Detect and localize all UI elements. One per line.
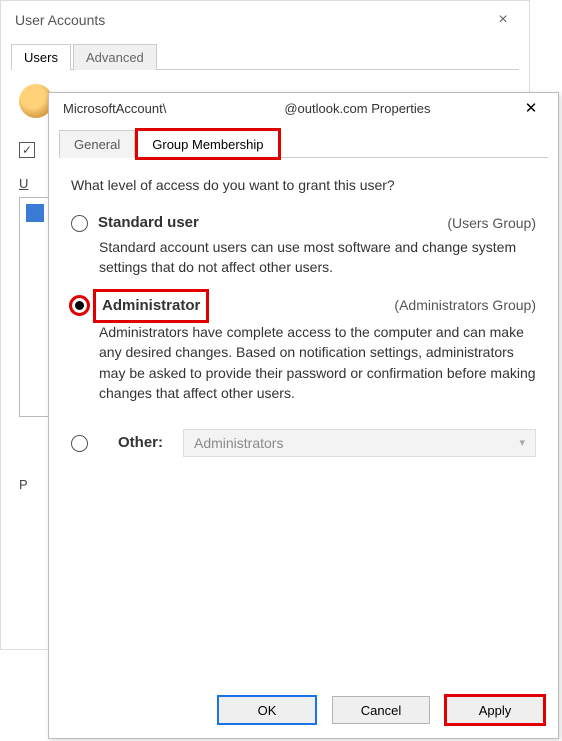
child-tabs: General Group Membership bbox=[59, 129, 548, 158]
admin-desc: Administrators have complete access to t… bbox=[99, 322, 536, 403]
admin-group: (Administrators Group) bbox=[394, 296, 536, 315]
radio-standard[interactable] bbox=[71, 215, 88, 232]
child-titlebar: MicrosoftAccount\ @outlook.com Propertie… bbox=[49, 93, 558, 123]
parent-titlebar: User Accounts × bbox=[1, 1, 529, 39]
standard-desc: Standard account users can use most soft… bbox=[99, 237, 536, 278]
user-item-icon bbox=[26, 204, 44, 222]
tab-group-membership[interactable]: Group Membership bbox=[137, 130, 278, 158]
chevron-down-icon: ▾ bbox=[519, 436, 525, 451]
radio-administrator[interactable] bbox=[71, 297, 88, 314]
radio-dot-icon bbox=[75, 301, 84, 310]
other-selected-value: Administrators bbox=[194, 434, 283, 453]
radio-other[interactable] bbox=[71, 435, 88, 452]
tab-general[interactable]: General bbox=[59, 130, 135, 158]
tab-users[interactable]: Users bbox=[11, 44, 71, 70]
parent-title: User Accounts bbox=[15, 12, 105, 28]
standard-group: (Users Group) bbox=[447, 214, 536, 233]
apply-button[interactable]: Apply bbox=[446, 696, 544, 724]
properties-dialog: MicrosoftAccount\ @outlook.com Propertie… bbox=[48, 92, 559, 739]
tab-advanced[interactable]: Advanced bbox=[73, 44, 157, 70]
child-body: What level of access do you want to gran… bbox=[49, 158, 558, 686]
close-icon[interactable]: ✕ bbox=[512, 99, 550, 117]
child-title: MicrosoftAccount\ @outlook.com Propertie… bbox=[63, 101, 430, 116]
option-administrator: Administrator (Administrators Group) Adm… bbox=[71, 294, 536, 403]
other-dropdown[interactable]: Administrators ▾ bbox=[183, 429, 536, 457]
child-footer: OK Cancel Apply bbox=[49, 686, 558, 738]
parent-tabs: Users Advanced bbox=[11, 43, 519, 70]
other-title: Other: bbox=[118, 433, 163, 453]
standard-title: Standard user bbox=[98, 213, 199, 233]
ok-button[interactable]: OK bbox=[218, 696, 316, 724]
parent-close-icon[interactable]: × bbox=[483, 11, 523, 29]
option-standard: Standard user (Users Group) Standard acc… bbox=[71, 213, 536, 278]
cancel-button[interactable]: Cancel bbox=[332, 696, 430, 724]
checkbox-icon[interactable]: ✓ bbox=[19, 142, 35, 158]
access-question: What level of access do you want to gran… bbox=[71, 176, 536, 195]
admin-title: Administrator bbox=[102, 297, 200, 314]
option-other: Other: Administrators ▾ bbox=[71, 429, 536, 457]
